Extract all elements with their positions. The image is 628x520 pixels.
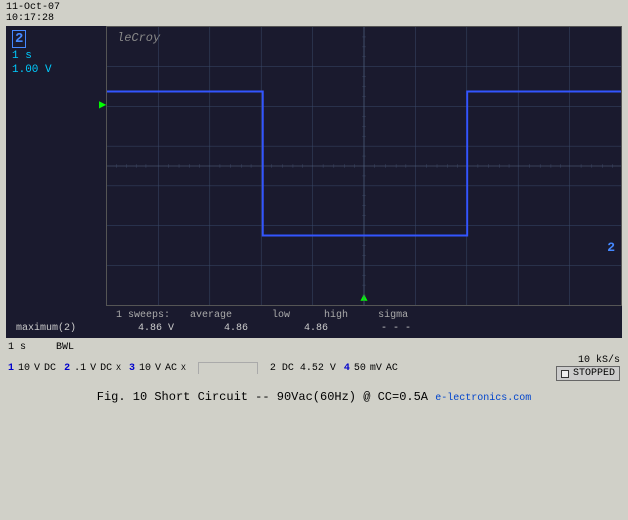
pulse-shape-icon [198, 362, 258, 374]
bottom-info: 1 s BWL 1 10 V DC 2 .1 V DC X 3 10 V AC … [0, 338, 628, 386]
meas-header: 1 sweeps: average low high sigma [16, 310, 612, 321]
bottom-row2: 1 10 V DC 2 .1 V DC X 3 10 V AC X 2 DC 4… [8, 355, 620, 382]
channel-label: 2 [12, 30, 26, 48]
stopped-label: STOPPED [573, 368, 615, 379]
ch4-val: 50 [354, 363, 366, 374]
time-div: 1 s [12, 50, 100, 62]
bwl-label: BWL [56, 342, 74, 353]
caption-brand: e- [435, 393, 447, 404]
ch4-row: 4 50 mV AC [344, 363, 398, 374]
meas-high-val: 4.86 [276, 323, 356, 334]
ch3-coupling: AC [165, 363, 177, 374]
stopped-badge: STOPPED [556, 366, 620, 381]
ch1-num: 1 [8, 363, 14, 374]
time: 10:17:28 [6, 13, 60, 24]
bottom-row1: 1 s BWL [8, 342, 620, 353]
ch3-num: 3 [129, 363, 135, 374]
datetime: 11-Oct-07 10:17:28 [6, 2, 60, 24]
stopped-indicator [561, 370, 569, 378]
trig-info: 2 DC 4.52 V [270, 363, 336, 374]
scope-container: 2 1 s 1.00 V leCroy ▶ 2 ▲ [6, 26, 622, 306]
ch4-num: 4 [344, 363, 350, 374]
meas-col-high: high [324, 310, 348, 321]
ch3-row: 3 10 V AC X [129, 363, 186, 374]
meas-name: maximum(2) [16, 323, 116, 334]
ch3-unit: V [155, 363, 161, 374]
ch1-row: 1 10 V DC [8, 363, 56, 374]
caption-brand2: lectronics.com [447, 393, 531, 404]
volt-div: 1.00 V [12, 64, 100, 76]
sample-rate: 10 kS/s [556, 355, 620, 366]
ch4-coupling: AC [386, 363, 398, 374]
left-panel: 2 1 s 1.00 V [6, 26, 106, 306]
ch2-val: .1 [74, 363, 86, 374]
caption-text: Fig. 10 Short Circuit -- 90Vac(60Hz) @ C… [97, 390, 428, 404]
time-scale: 1 s [8, 342, 26, 353]
meas-col-low: low [272, 310, 290, 321]
ch3-sub: X [181, 364, 186, 373]
ch2-sub: X [116, 364, 121, 373]
measurements-area: 1 sweeps: average low high sigma maximum… [6, 306, 622, 338]
right-info: 10 kS/s STOPPED [556, 355, 620, 382]
ch2-row: 2 .1 V DC X [64, 363, 121, 374]
caption: Fig. 10 Short Circuit -- 90Vac(60Hz) @ C… [0, 386, 628, 408]
ch2-num: 2 [64, 363, 70, 374]
meas-col-average: average [190, 310, 232, 321]
meas-low-val: 4.86 [196, 323, 276, 334]
top-bar: 11-Oct-07 10:17:28 [0, 0, 628, 26]
meas-col-sigma: sigma [378, 310, 408, 321]
meas-values: maximum(2) 4.86 V 4.86 4.86 - - - [16, 323, 612, 334]
ch2-coupling: DC [100, 363, 112, 374]
ch1-val: 10 [18, 363, 30, 374]
ch1-unit: V [34, 363, 40, 374]
trigger-arrow: ▶ [99, 97, 106, 112]
ch2-unit: V [90, 363, 96, 374]
ch4-unit: mV [370, 363, 382, 374]
waveform-svg [107, 27, 621, 305]
meas-avg-val: 4.86 V [116, 323, 196, 334]
meas-col-sweeps: 1 sweeps: [116, 310, 170, 321]
ch3-val: 10 [139, 363, 151, 374]
ch1-coupling: DC [44, 363, 56, 374]
meas-sigma-val: - - - [356, 323, 436, 334]
scope-screen: leCroy ▶ 2 ▲ [106, 26, 622, 306]
date: 11-Oct-07 [6, 2, 60, 13]
